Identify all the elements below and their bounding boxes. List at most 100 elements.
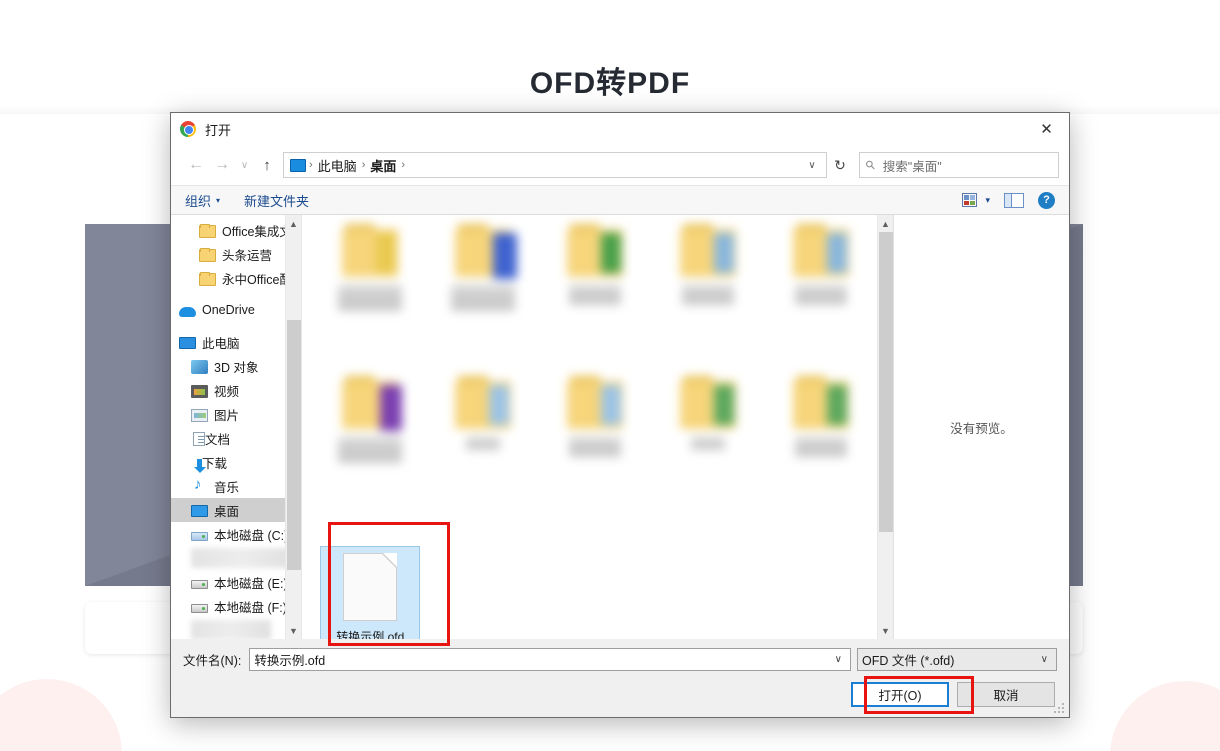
- sidebar-item-this-pc[interactable]: 此电脑: [171, 330, 301, 354]
- resize-grip-icon[interactable]: [1054, 703, 1065, 714]
- file-tile[interactable]: [766, 223, 875, 367]
- selected-file-item[interactable]: 转换示例.ofd: [320, 546, 421, 639]
- file-tile[interactable]: [654, 223, 763, 367]
- file-tile[interactable]: [429, 375, 538, 519]
- scroll-down-icon[interactable]: ▼: [286, 622, 302, 639]
- scroll-down-icon[interactable]: ▼: [878, 622, 894, 639]
- back-icon[interactable]: ←: [183, 152, 209, 178]
- sidebar-scroll-thumb[interactable]: [286, 320, 301, 570]
- search-icon: ⚲: [862, 156, 879, 174]
- sidebar-item-toutiao[interactable]: 头条运营: [171, 242, 301, 266]
- file-tile[interactable]: [541, 375, 650, 519]
- new-folder-label: 新建文件夹: [244, 193, 310, 209]
- file-tile[interactable]: [541, 223, 650, 367]
- redacted-thumbnail: [792, 224, 849, 305]
- recent-locations-icon[interactable]: ∨: [235, 152, 254, 178]
- sidebar-item-label: 本地磁盘 (E:): [214, 576, 288, 591]
- downloads-icon: [194, 458, 206, 473]
- address-bar[interactable]: › 此电脑 › 桌面 › ∨: [283, 152, 827, 178]
- chevron-down-icon[interactable]: ▾: [985, 195, 990, 206]
- sidebar-item-label: 本地磁盘 (C:): [214, 528, 289, 543]
- sidebar-item-music[interactable]: 音乐: [171, 474, 301, 498]
- up-icon[interactable]: ↑: [254, 152, 280, 178]
- documents-icon: [193, 431, 205, 446]
- view-mode-icon[interactable]: [962, 193, 978, 207]
- sidebar-item-label: 音乐: [214, 480, 240, 495]
- sidebar-item-label: 视频: [214, 384, 240, 399]
- sidebar-item-drive-e[interactable]: 本地磁盘 (E:): [171, 570, 301, 594]
- scroll-up-icon[interactable]: ▲: [286, 215, 302, 232]
- file-tile[interactable]: [316, 223, 425, 367]
- chevron-down-icon[interactable]: ∨: [802, 160, 822, 171]
- refresh-icon[interactable]: ↻: [827, 152, 853, 178]
- redacted-thumbnail: [338, 224, 403, 311]
- filetype-value: OFD 文件 (*.ofd): [862, 654, 955, 668]
- sidebar-item-pictures[interactable]: 图片: [171, 402, 301, 426]
- sidebar-item-drive-f[interactable]: 本地磁盘 (F:): [171, 594, 301, 618]
- dialog-body: Office集成文章 头条运营 永中Office配图 OneDrive 此电脑 …: [171, 215, 1069, 639]
- sidebar-list: Office集成文章 头条运营 永中Office配图 OneDrive 此电脑 …: [171, 215, 301, 639]
- redacted-thumbnail: [338, 376, 403, 463]
- filename-value: 转换示例.ofd: [254, 654, 326, 668]
- dialog-title: 打开: [205, 122, 232, 138]
- sidebar-item-label: 本地磁盘 (F:): [214, 600, 287, 615]
- sidebar-item-3d-objects[interactable]: 3D 对象: [171, 354, 301, 378]
- filetype-select[interactable]: OFD 文件 (*.ofd) ∨: [857, 648, 1057, 671]
- file-list-area[interactable]: 转换示例.ofd ▲ ▼: [302, 215, 893, 639]
- preview-pane-icon[interactable]: [1004, 192, 1024, 208]
- file-tile[interactable]: [429, 223, 538, 367]
- page-root: OFD转PDF 温馨提 打开 ✕ ← → ∨ ↑ › 此电脑 › 桌面 › ∨: [0, 0, 1220, 751]
- sidebar-item-downloads[interactable]: 下载: [171, 450, 301, 474]
- breadcrumb-item-this-pc[interactable]: 此电脑: [313, 156, 362, 175]
- help-icon[interactable]: ?: [1038, 191, 1055, 209]
- sidebar-scrollbar[interactable]: ▲ ▼: [285, 215, 301, 639]
- close-icon[interactable]: ✕: [1024, 113, 1069, 145]
- drive-icon: [191, 603, 208, 613]
- decorative-blob-left: [0, 679, 122, 751]
- file-tile[interactable]: [316, 375, 425, 519]
- sidebar-item-yozo-images[interactable]: 永中Office配图: [171, 266, 301, 290]
- file-grid: 转换示例.ofd: [302, 215, 893, 639]
- selected-file-name: 转换示例.ofd: [336, 630, 405, 639]
- file-tile[interactable]: [654, 375, 763, 519]
- sidebar-item-videos[interactable]: 视频: [171, 378, 301, 402]
- redacted-thumbnail: [567, 224, 624, 305]
- file-tile[interactable]: [766, 375, 875, 519]
- chevron-down-icon[interactable]: ∨: [1037, 654, 1052, 665]
- open-file-dialog: 打开 ✕ ← → ∨ ↑ › 此电脑 › 桌面 › ∨ ↻ ⚲ 搜索"桌面" 组…: [170, 112, 1070, 718]
- onedrive-cloud-icon: [179, 307, 196, 317]
- chevron-down-icon[interactable]: ∨: [831, 654, 846, 665]
- new-folder-button[interactable]: 新建文件夹: [244, 191, 309, 210]
- file-tile-selected[interactable]: 转换示例.ofd: [316, 527, 425, 639]
- sidebar-item-onedrive[interactable]: OneDrive: [171, 298, 301, 322]
- chrome-icon: [180, 121, 196, 137]
- dialog-titlebar: 打开 ✕: [171, 113, 1069, 145]
- folder-icon: [199, 247, 216, 262]
- file-scroll-thumb[interactable]: [878, 232, 893, 532]
- breadcrumb-item-desktop[interactable]: 桌面: [365, 156, 401, 175]
- address-row: ← → ∨ ↑ › 此电脑 › 桌面 › ∨ ↻ ⚲ 搜索"桌面": [171, 145, 1069, 185]
- filename-label: 文件名(N):: [183, 654, 242, 668]
- open-button[interactable]: 打开(O): [851, 682, 949, 707]
- dialog-buttons: 打开(O) 取消: [183, 682, 1057, 707]
- sidebar-scroll-track[interactable]: [286, 232, 302, 622]
- sidebar-item-drive-c[interactable]: 本地磁盘 (C:): [171, 522, 301, 546]
- desktop-icon: [191, 505, 208, 517]
- sidebar-item-desktop[interactable]: 桌面: [171, 498, 301, 522]
- file-list-scrollbar[interactable]: ▲ ▼: [877, 215, 893, 639]
- organize-button[interactable]: 组织 ▾: [185, 191, 220, 210]
- sidebar-item-label: 头条运营: [222, 248, 273, 263]
- folder-icon: [199, 271, 216, 286]
- sidebar-item-office-articles[interactable]: Office集成文章: [171, 218, 301, 242]
- sidebar-item-documents[interactable]: 文档: [171, 426, 301, 450]
- decorative-blob-right: [1110, 681, 1220, 751]
- breadcrumb-separator: ›: [401, 159, 406, 171]
- forward-icon[interactable]: →: [209, 152, 235, 178]
- filename-row: 文件名(N): 转换示例.ofd ∨ OFD 文件 (*.ofd) ∨: [183, 648, 1057, 671]
- search-input[interactable]: ⚲ 搜索"桌面": [859, 152, 1059, 178]
- scroll-up-icon[interactable]: ▲: [878, 215, 894, 232]
- file-scroll-track[interactable]: [878, 232, 894, 622]
- preview-message: 没有预览。: [950, 421, 1013, 436]
- filename-input[interactable]: 转换示例.ofd ∨: [249, 648, 851, 671]
- cancel-button[interactable]: 取消: [957, 682, 1055, 707]
